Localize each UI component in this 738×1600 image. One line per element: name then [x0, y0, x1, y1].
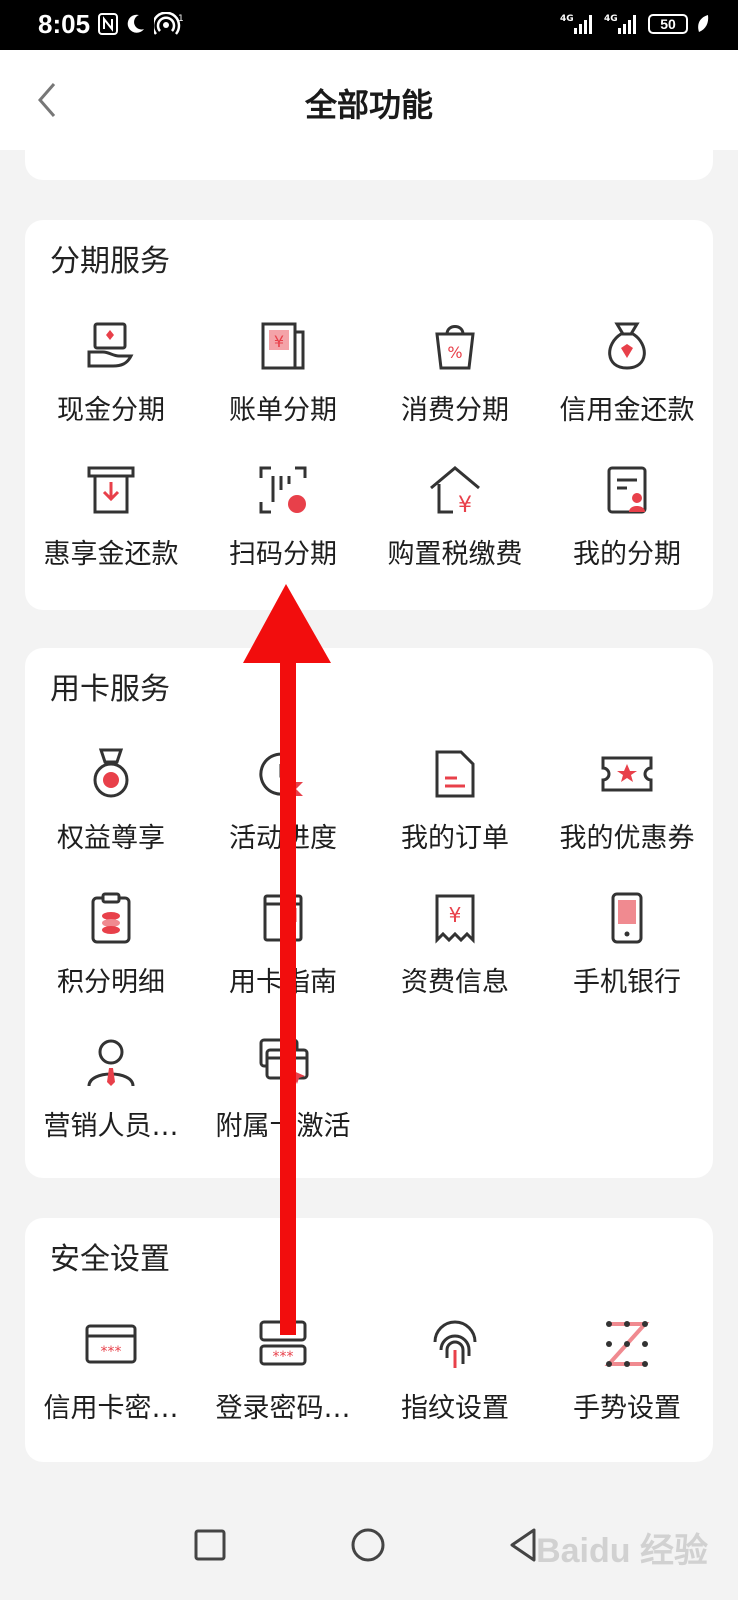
guide-book-icon — [263, 894, 303, 942]
mobile-banking-item[interactable]: 手机银行 — [541, 876, 713, 1020]
item-label: 信用金还款 — [559, 395, 695, 426]
baidu-watermark: Baidu 经验 — [536, 1532, 708, 1570]
svg-text:1: 1 — [178, 14, 184, 24]
section-title: 用卡服务 — [50, 672, 170, 707]
header: 全部功能 — [0, 50, 738, 150]
item-label: 资费信息 — [401, 967, 509, 998]
item-label: 账单分期 — [229, 395, 337, 426]
card-activate-icon — [259, 1038, 309, 1084]
item-label: 登录密码… — [215, 1393, 351, 1424]
svg-text:4G: 4G — [604, 14, 618, 24]
shopping-bag-icon: % — [435, 325, 475, 370]
security-settings-card: 安全设置 *** 信用卡密… *** 登录密码… 指纹设置 手势设置 — [25, 1218, 713, 1462]
order-document-icon — [435, 750, 475, 798]
consumer-installment-item[interactable]: % 消费分期 — [369, 304, 541, 448]
item-label: 手势设置 — [573, 1393, 681, 1424]
supplementary-card-item[interactable]: 附属卡激活 — [197, 1020, 369, 1164]
item-label: 惠享金还款 — [43, 539, 179, 570]
cash-installment-icon — [87, 322, 134, 368]
fingerprint-item[interactable]: 指纹设置 — [369, 1302, 541, 1446]
page-title: 全部功能 — [304, 86, 433, 124]
fee-info-item[interactable]: ¥ 资费信息 — [369, 876, 541, 1020]
item-label: 指纹设置 — [401, 1393, 509, 1424]
item-label: 用卡指南 — [229, 967, 337, 998]
bill-installment-icon: ¥ — [261, 322, 305, 370]
status-time: 8:05 — [38, 9, 91, 39]
item-label: 营销人员… — [43, 1111, 179, 1142]
card-password-icon: *** — [85, 1324, 137, 1364]
item-label: 我的优惠券 — [559, 823, 695, 854]
gesture-item[interactable]: 手势设置 — [541, 1302, 713, 1446]
home-button[interactable] — [343, 1520, 393, 1570]
svg-text:¥: ¥ — [458, 493, 472, 518]
medal-icon — [93, 748, 129, 798]
installment-services-card: 分期服务 现金分期 ¥ 账单分期 % 消费分期 信用金还款 惠享金还款 扫码分期… — [25, 220, 713, 610]
purchase-tax-item[interactable]: ¥ 购置税缴费 — [369, 448, 541, 592]
svg-text:4G: 4G — [560, 14, 574, 24]
svg-text:¥: ¥ — [274, 332, 284, 351]
card-password-item[interactable]: *** 信用卡密… — [25, 1302, 197, 1446]
user-document-icon — [607, 466, 647, 514]
scan-code-icon — [259, 466, 307, 514]
section-title: 分期服务 — [50, 244, 170, 279]
svg-text:***: *** — [273, 1349, 294, 1365]
nfc-icon — [98, 13, 118, 35]
item-label: 积分明细 — [57, 967, 165, 998]
svg-text:%: % — [447, 343, 462, 362]
mobile-phone-icon — [611, 892, 643, 944]
card-services-card: 用卡服务 权益尊享 活动进度 我的订单 我的优惠券 积分明细 用卡指南 ¥ 资费… — [25, 648, 713, 1178]
item-label: 活动进度 — [229, 823, 337, 854]
signal-icon-1: 4G — [560, 14, 592, 34]
activity-progress-item[interactable]: 活动进度 — [197, 732, 369, 876]
hotspot-icon: 1 — [154, 12, 184, 35]
salesperson-icon — [87, 1039, 135, 1087]
receipt-yen-icon: ¥ — [435, 894, 475, 944]
my-installment-item[interactable]: 我的分期 — [541, 448, 713, 592]
item-label: 手机银行 — [573, 967, 681, 998]
system-nav-bar: Baidu 经验 — [0, 1490, 738, 1600]
item-label: 现金分期 — [57, 395, 165, 426]
fingerprint-icon — [433, 1320, 477, 1368]
points-clipboard-icon — [91, 892, 131, 944]
item-label: 我的分期 — [573, 539, 681, 570]
cash-installment-item[interactable]: 现金分期 — [25, 304, 197, 448]
battery-indicator: 50 — [648, 14, 688, 34]
item-label: 信用卡密… — [43, 1393, 179, 1424]
item-label: 权益尊享 — [57, 823, 165, 854]
gesture-pattern-icon — [604, 1321, 650, 1367]
points-detail-item[interactable]: 积分明细 — [25, 876, 197, 1020]
login-password-item[interactable]: *** 登录密码… — [197, 1302, 369, 1446]
coupon-icon — [601, 756, 653, 792]
login-password-icon: *** — [259, 1320, 307, 1366]
progress-clock-icon — [259, 752, 303, 796]
signal-icon-2: 4G — [604, 14, 636, 34]
item-label: 消费分期 — [401, 395, 509, 426]
my-orders-item[interactable]: 我的订单 — [369, 732, 541, 876]
huixiang-repayment-item[interactable]: 惠享金还款 — [25, 448, 197, 592]
house-yen-icon: ¥ — [430, 466, 480, 518]
item-label: 我的订单 — [401, 823, 509, 854]
svg-text:***: *** — [101, 1344, 122, 1360]
section-title: 安全设置 — [50, 1242, 170, 1277]
card-guide-item[interactable]: 用卡指南 — [197, 876, 369, 1020]
leaf-icon — [698, 15, 709, 32]
item-label: 扫码分期 — [229, 539, 337, 570]
credit-repayment-item[interactable]: 信用金还款 — [541, 304, 713, 448]
previous-section-card — [25, 150, 713, 180]
download-box-icon — [87, 466, 135, 514]
svg-text:¥: ¥ — [449, 903, 462, 927]
scan-installment-item[interactable]: 扫码分期 — [197, 448, 369, 592]
money-bag-icon — [608, 322, 646, 370]
status-bar: 8:05 1 4G 4G 50 — [0, 0, 738, 50]
item-label: 附属卡激活 — [215, 1111, 351, 1142]
bill-installment-item[interactable]: ¥ 账单分期 — [197, 304, 369, 448]
moon-icon — [127, 14, 144, 33]
rights-benefits-item[interactable]: 权益尊享 — [25, 732, 197, 876]
my-coupons-item[interactable]: 我的优惠券 — [541, 732, 713, 876]
salesperson-item[interactable]: 营销人员… — [25, 1020, 197, 1164]
item-label: 购置税缴费 — [387, 539, 523, 570]
recent-apps-button[interactable] — [185, 1520, 235, 1570]
